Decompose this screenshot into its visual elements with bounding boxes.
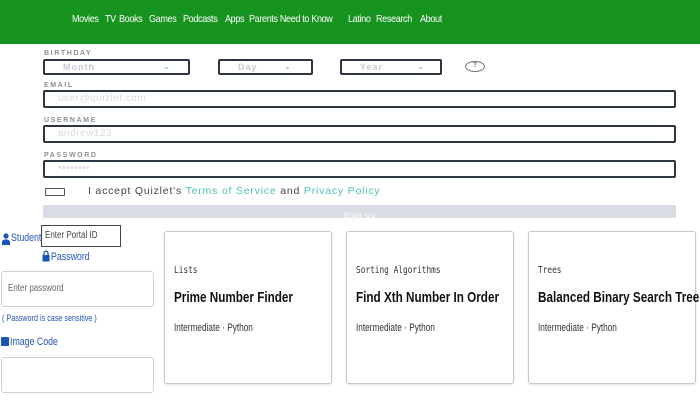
chevron-down-icon: ⌄ <box>163 62 170 71</box>
student-id-placeholder: Enter Portal ID <box>45 230 98 241</box>
card-category: Sorting Algorithms <box>356 265 441 276</box>
card-title: Balanced Binary Search Tree <box>538 289 700 306</box>
password-label: PASSWORD <box>44 152 98 159</box>
student-id-input[interactable]: Enter Portal ID <box>41 225 121 247</box>
terms-and: and <box>280 185 301 197</box>
terms-prefix: I accept Quizlet's <box>88 185 183 197</box>
nav-link-parents-need-to-know[interactable]: Parents Need to Know <box>249 13 333 25</box>
nav-link-latino[interactable]: Latino <box>348 13 371 25</box>
day-select-value: Day <box>238 62 258 72</box>
privacy-policy-link[interactable]: Privacy Policy <box>304 185 381 197</box>
card-find-xth-number[interactable]: Sorting Algorithms Find Xth Number In Or… <box>346 231 514 384</box>
chevron-down-icon: ⌄ <box>417 62 424 71</box>
password-placeholder: •••••••• <box>58 163 91 174</box>
email-label: EMAIL <box>44 82 74 89</box>
birthday-label: BIRTHDAY <box>44 50 93 57</box>
username-field[interactable]: andrew123 <box>43 125 676 143</box>
card-balanced-bst[interactable]: Trees Balanced Binary Search Tree Interm… <box>528 231 700 384</box>
nav-link-books[interactable]: Books <box>119 13 143 25</box>
day-select[interactable]: Day ⌄ <box>218 59 313 75</box>
image-code-input[interactable] <box>1 357 154 393</box>
terms-checkbox[interactable] <box>45 188 65 196</box>
card-category: Trees <box>538 265 562 276</box>
password-note: ( Password is case sensitive ) <box>2 313 97 323</box>
nav-link-research[interactable]: Research <box>376 13 412 25</box>
nav-link-about[interactable]: About <box>420 13 442 25</box>
card-meta: Intermediate · Python <box>174 322 253 334</box>
nav-link-tv[interactable]: TV <box>105 13 116 25</box>
username-label: USERNAME <box>44 117 97 124</box>
top-nav-bar: Movies TV Books Games Podcasts Apps Pare… <box>0 0 700 44</box>
image-code-label: Image Code <box>10 336 58 348</box>
password-login-label: Password <box>51 251 90 263</box>
username-placeholder: andrew123 <box>58 128 112 139</box>
nav-link-games[interactable]: Games <box>149 13 177 25</box>
password-login-input[interactable]: Enter password <box>1 271 154 307</box>
email-field[interactable]: user@quizlet.com <box>43 90 676 108</box>
month-select[interactable]: Month ⌄ <box>43 59 190 75</box>
password-login-placeholder: Enter password <box>8 283 64 294</box>
question-icon[interactable]: ? <box>465 61 485 72</box>
card-meta: Intermediate · Python <box>356 322 435 334</box>
card-prime-number-finder[interactable]: Lists Prime Number Finder Intermediate ·… <box>164 231 332 384</box>
password-field[interactable]: •••••••• <box>43 160 676 178</box>
sign-up-button-label: Sign up <box>343 211 376 220</box>
chevron-down-icon: ⌄ <box>284 62 291 71</box>
card-title: Find Xth Number In Order <box>356 289 500 306</box>
year-select-value: Year <box>360 62 384 72</box>
nav-link-apps[interactable]: Apps <box>225 13 245 25</box>
year-select[interactable]: Year ⌄ <box>340 59 442 75</box>
person-icon <box>2 233 10 245</box>
lock-icon <box>42 250 50 262</box>
card-title: Prime Number Finder <box>174 289 293 306</box>
email-placeholder: user@quizlet.com <box>58 93 147 104</box>
image-icon <box>1 337 9 346</box>
month-select-value: Month <box>63 62 95 72</box>
sign-up-button[interactable]: Sign up <box>43 205 676 220</box>
nav-links: Movies TV Books Games Podcasts Apps Pare… <box>72 13 442 25</box>
nav-link-podcasts[interactable]: Podcasts <box>183 13 218 25</box>
nav-link-movies[interactable]: Movies <box>72 13 99 25</box>
card-meta: Intermediate · Python <box>538 322 617 334</box>
card-category: Lists <box>174 265 198 276</box>
terms-text: I accept Quizlet's Terms of Service and … <box>88 185 380 197</box>
terms-of-service-link[interactable]: Terms of Service <box>186 185 277 197</box>
